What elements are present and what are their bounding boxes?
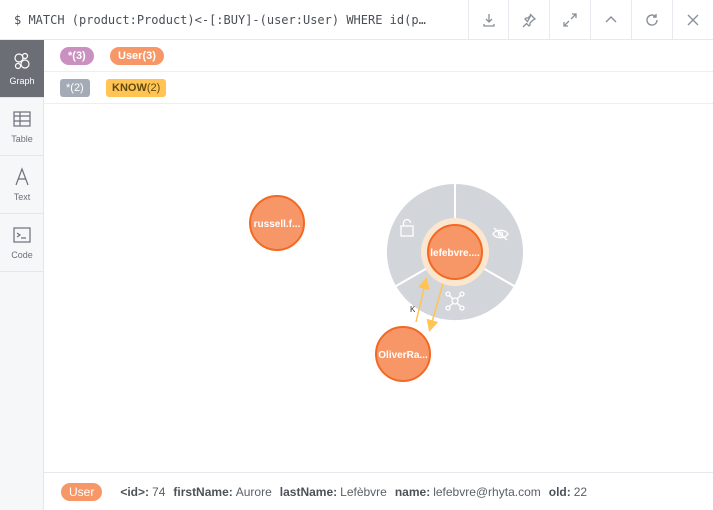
expand-icon: [562, 13, 577, 27]
sidebar-item-code[interactable]: Code: [0, 214, 44, 272]
sidebar-item-label: Code: [11, 250, 33, 260]
graph-canvas[interactable]: K russell.f... lefebvre.... OliverRa...: [44, 104, 713, 472]
sidebar-item-label: Text: [13, 192, 31, 202]
relationship-type-legend: *(2) KNOW(2): [44, 72, 713, 104]
prop-key-id: <id>:: [120, 484, 150, 499]
legend-node-all[interactable]: *(3): [60, 47, 94, 65]
refresh-icon: [645, 14, 658, 26]
sidebar-item-label: Graph: [9, 76, 35, 86]
node-caption: OliverRa...: [378, 350, 428, 361]
chevron-up-icon: [605, 16, 616, 23]
fullscreen-button[interactable]: [549, 0, 589, 40]
node-label-legend: *(3) User(3): [44, 40, 713, 72]
table-icon: [13, 111, 31, 127]
collapse-button[interactable]: [590, 0, 630, 40]
prop-key-old: old:: [548, 484, 571, 499]
graph-svg[interactable]: K russell.f... lefebvre.... OliverRa...: [44, 104, 713, 472]
graph-icon: [14, 52, 30, 70]
query-bar: $ MATCH (product:Product)<-[:BUY]-(user:…: [0, 0, 713, 40]
prop-value-name: lefebvre@rhyta.com: [433, 484, 541, 499]
sidebar-item-table[interactable]: Table: [0, 98, 44, 156]
close-button[interactable]: [672, 0, 712, 40]
prop-key-lastname: lastName:: [279, 484, 338, 499]
download-icon: [482, 14, 495, 27]
graph-node-russell[interactable]: russell.f...: [249, 195, 305, 251]
prop-key-firstname: firstName:: [173, 484, 233, 499]
sidebar-item-label: Table: [11, 134, 33, 144]
prop-key-name: name:: [394, 484, 431, 499]
legend-rel-know-count: (2): [146, 82, 161, 94]
legend-rel-all[interactable]: *(2): [60, 79, 90, 97]
legend-rel-know[interactable]: KNOW(2): [106, 79, 167, 97]
close-icon: [687, 14, 698, 26]
prop-value-id: 74: [152, 484, 166, 499]
pin-icon: [522, 13, 536, 28]
text-icon: [15, 167, 29, 186]
prop-value-firstname: Aurore: [235, 484, 272, 499]
sidebar-item-graph[interactable]: Graph: [0, 40, 44, 98]
rerun-button[interactable]: [631, 0, 671, 40]
graph-node-oliverra[interactable]: OliverRa...: [375, 326, 431, 382]
query-text[interactable]: $ MATCH (product:Product)<-[:BUY]-(user:…: [14, 13, 466, 27]
sidebar-item-text[interactable]: Text: [0, 156, 44, 214]
prop-value-lastname: Lefèbvre: [340, 484, 387, 499]
node-caption: lefebvre....: [430, 248, 480, 259]
view-sidebar: Graph Table Text Code: [0, 40, 44, 510]
node-properties-footer: User <id>: 74 firstName: Aurore lastName: L…: [44, 472, 713, 510]
download-button[interactable]: [468, 0, 508, 40]
node-caption: russell.f...: [254, 219, 301, 230]
legend-node-user[interactable]: User(3): [110, 47, 164, 65]
code-icon: [13, 227, 31, 243]
relationship-label: K: [410, 305, 416, 314]
legend-rel-know-label: KNOW: [112, 82, 147, 94]
graph-node-lefebvre[interactable]: lefebvre....: [421, 218, 489, 286]
pin-button[interactable]: [508, 0, 548, 40]
node-label-badge[interactable]: User: [61, 482, 103, 501]
prop-value-old: 22: [573, 484, 588, 499]
